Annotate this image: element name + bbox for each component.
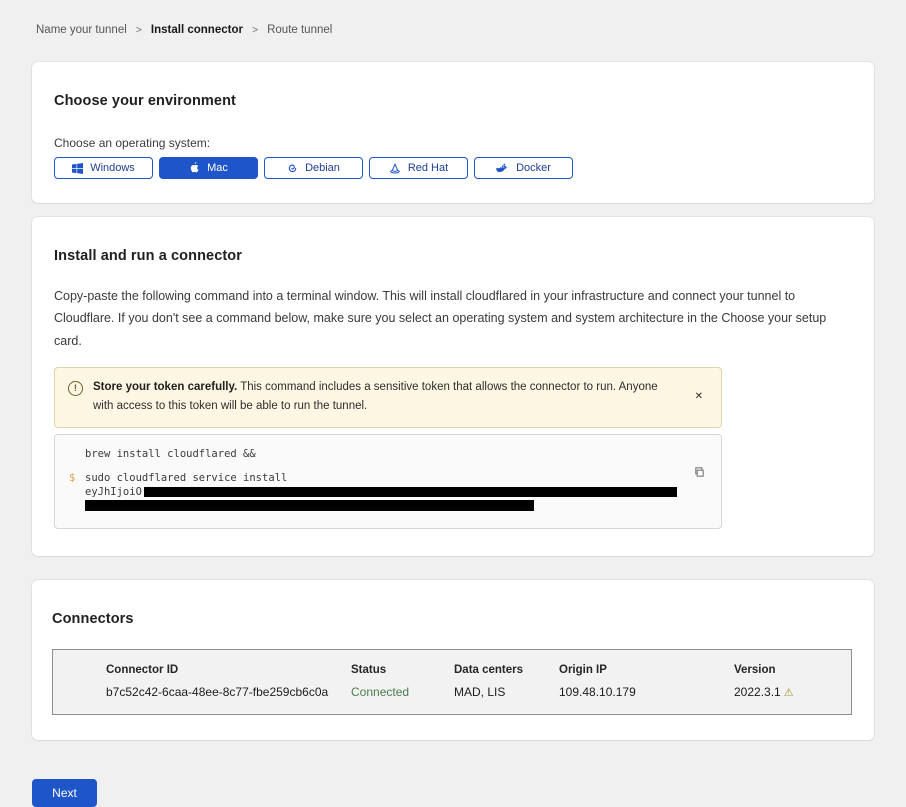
close-icon[interactable]: ✕ (691, 390, 707, 404)
connectors-card: Connectors Connector ID Status Data cent… (32, 580, 874, 740)
copy-command-button[interactable] (691, 464, 708, 481)
os-button-label: Debian (305, 162, 340, 174)
connector-data-centers-value: MAD, LIS (454, 685, 559, 699)
column-header-version: Version (734, 664, 851, 676)
connectors-card-title: Connectors (52, 611, 854, 627)
token-warning-text: Store your token carefully. This command… (93, 378, 681, 417)
debian-icon (287, 163, 298, 174)
version-text: 2022.3.1 (734, 685, 781, 699)
os-button-label: Mac (207, 162, 228, 174)
token-prefix: eyJhIjoiO (85, 486, 142, 498)
os-button-debian[interactable]: Debian (264, 157, 363, 179)
token-warning-bold: Store your token carefully. (93, 381, 237, 393)
connector-status-value: Connected (351, 685, 454, 699)
column-header-origin-ip: Origin IP (559, 664, 734, 676)
os-button-label: Docker (516, 162, 551, 174)
code-line-brew: brew install cloudflared && (85, 448, 705, 461)
column-header-data-centers: Data centers (454, 664, 559, 676)
os-button-mac[interactable]: Mac (159, 157, 258, 179)
install-description: Copy-paste the following command into a … (54, 285, 852, 352)
token-line: eyJhIjoiO (85, 486, 705, 499)
apple-icon (189, 162, 200, 174)
redacted-token-bar (144, 487, 677, 497)
copy-icon (693, 466, 706, 479)
version-warning-icon: ⚠ (784, 687, 794, 699)
breadcrumb-separator: > (252, 24, 258, 36)
install-connector-card: Install and run a connector Copy-paste t… (32, 217, 874, 556)
windows-icon (72, 163, 83, 174)
environment-card-title: Choose your environment (54, 93, 852, 109)
os-button-label: Red Hat (408, 162, 448, 174)
breadcrumb: Name your tunnel > Install connector > R… (0, 0, 906, 36)
os-button-redhat[interactable]: Red Hat (369, 157, 468, 179)
column-header-status: Status (351, 664, 454, 676)
os-select-label: Choose an operating system: (54, 136, 852, 150)
install-card-title: Install and run a connector (54, 248, 852, 264)
breadcrumb-step-install-connector[interactable]: Install connector (151, 24, 243, 36)
token-warning-banner: ! Store your token carefully. This comma… (54, 367, 722, 428)
os-button-label: Windows (90, 162, 135, 174)
connector-origin-ip-value: 109.48.10.179 (559, 685, 734, 699)
docker-icon (496, 163, 509, 174)
next-button[interactable]: Next (32, 779, 97, 807)
connectors-table: Connector ID Status Data centers Origin … (52, 649, 852, 715)
os-button-windows[interactable]: Windows (54, 157, 153, 179)
breadcrumb-step-name-your-tunnel[interactable]: Name your tunnel (36, 24, 127, 36)
os-button-group: Windows Mac Debian Red Hat Docker (54, 157, 852, 179)
connector-version-value: 2022.3.1⚠ (734, 685, 851, 699)
redacted-token-bar (85, 500, 534, 511)
shell-prompt: $ (69, 472, 85, 511)
breadcrumb-step-route-tunnel[interactable]: Route tunnel (267, 24, 332, 36)
choose-environment-card: Choose your environment Choose an operat… (32, 62, 874, 203)
redhat-icon (389, 163, 401, 174)
code-command-row: $ sudo cloudflared service install eyJhI… (69, 472, 705, 511)
install-command-codeblock: brew install cloudflared && $ sudo cloud… (54, 434, 722, 529)
os-button-docker[interactable]: Docker (474, 157, 573, 179)
info-circle-icon: ! (68, 381, 83, 396)
code-line-sudo: sudo cloudflared service install (85, 472, 705, 485)
breadcrumb-separator: > (136, 24, 142, 36)
column-header-connector-id: Connector ID (106, 664, 351, 676)
connector-id-value: b7c52c42-6caa-48ee-8c77-fbe259cb6c0a (106, 685, 351, 699)
